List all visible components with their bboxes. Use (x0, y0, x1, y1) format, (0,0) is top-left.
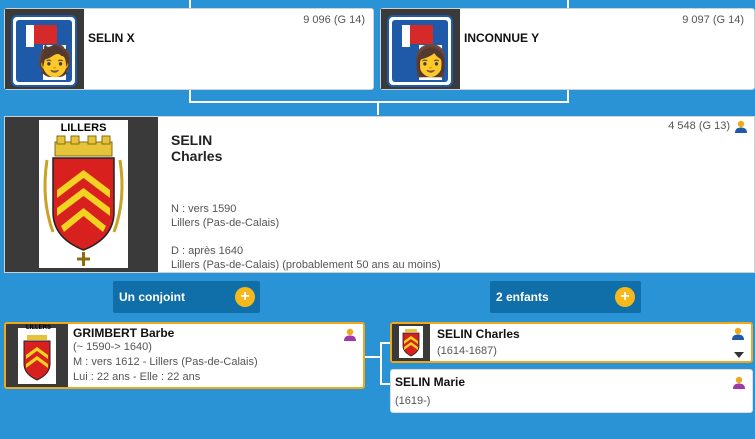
marriage-info: M : vers 1612 - Lillers (Pas-de-Calais) (73, 356, 258, 368)
mother-name[interactable]: INCONNUE Y (464, 31, 539, 45)
main-surname: SELIN (171, 132, 213, 148)
birth-place: Lillers (Pas-de-Calais) (171, 217, 280, 229)
chevron-down-icon[interactable] (734, 352, 744, 358)
spouses-label: Un conjoint (119, 290, 185, 304)
spouse-card[interactable]: LILLERS GRIMBERT Barbe (~ 1590-> 1640) M… (4, 322, 365, 389)
add-child-icon[interactable]: + (615, 287, 635, 307)
male-user-icon (732, 327, 744, 340)
spouses-button[interactable]: Un conjoint + (113, 281, 260, 313)
child2-name[interactable]: SELIN Marie (395, 375, 465, 389)
main-given-name: Charles (171, 148, 223, 164)
connector-top-right (567, 0, 569, 8)
connector-top-left (189, 0, 191, 8)
coat-of-arms-image: LILLERS (39, 120, 128, 268)
child1-dates: (1614-1687) (437, 345, 497, 357)
marriage-ages: Lui : 22 ans - Elle : 22 ans (73, 371, 201, 383)
spouse-arms-title: LILLERS (26, 325, 51, 331)
child1-photo-strip (392, 324, 430, 361)
male-sign-icon: 🧑 (11, 15, 77, 87)
connector-spouse-to-children (365, 356, 380, 358)
connector-children-vertical (380, 342, 382, 384)
mother-card[interactable]: 👩 INCONNUE Y 9 097 (G 14) (380, 8, 755, 90)
female-user-icon (733, 376, 745, 389)
main-id: 4 548 (G 13) (668, 120, 730, 132)
death-date: D : après 1640 (171, 245, 244, 257)
father-card[interactable]: 🧑 SELIN X 9 096 (G 14) (4, 8, 374, 90)
female-sign-icon: 👩 (387, 15, 453, 87)
male-user-icon (735, 120, 747, 133)
add-spouse-icon[interactable]: + (235, 287, 255, 307)
child1-name[interactable]: SELIN Charles (437, 327, 520, 341)
father-name[interactable]: SELIN X (88, 31, 135, 45)
female-user-icon (344, 328, 356, 341)
spouse-name[interactable]: GRIMBERT Barbe (73, 326, 174, 340)
connector-child1 (380, 342, 390, 344)
child-card-2[interactable]: SELIN Marie (1619-) (390, 369, 753, 413)
main-person-card[interactable]: LILLERS SELIN Charles 4 548 (G 13) N : v… (4, 116, 755, 273)
mother-id: 9 097 (G 14) (682, 14, 744, 26)
children-button[interactable]: 2 enfants + (490, 281, 641, 313)
child2-dates: (1619-) (395, 395, 431, 407)
birth-date: N : vers 1590 (171, 203, 237, 215)
connector-parents-bar (189, 101, 569, 103)
death-place: Lillers (Pas-de-Calais) (probablement 50… (171, 259, 441, 271)
father-id: 9 096 (G 14) (303, 14, 365, 26)
children-label: 2 enfants (496, 290, 549, 304)
spouse-photo-strip: LILLERS (6, 324, 68, 387)
connector-child2 (380, 383, 390, 385)
coat-of-arms-thumb-small (399, 326, 423, 358)
spouse-dates: (~ 1590-> 1640) (73, 341, 152, 353)
child-card-1[interactable]: SELIN Charles (1614-1687) (390, 322, 753, 363)
connector-to-main (377, 101, 379, 115)
coat-of-arms-thumb (18, 328, 56, 384)
